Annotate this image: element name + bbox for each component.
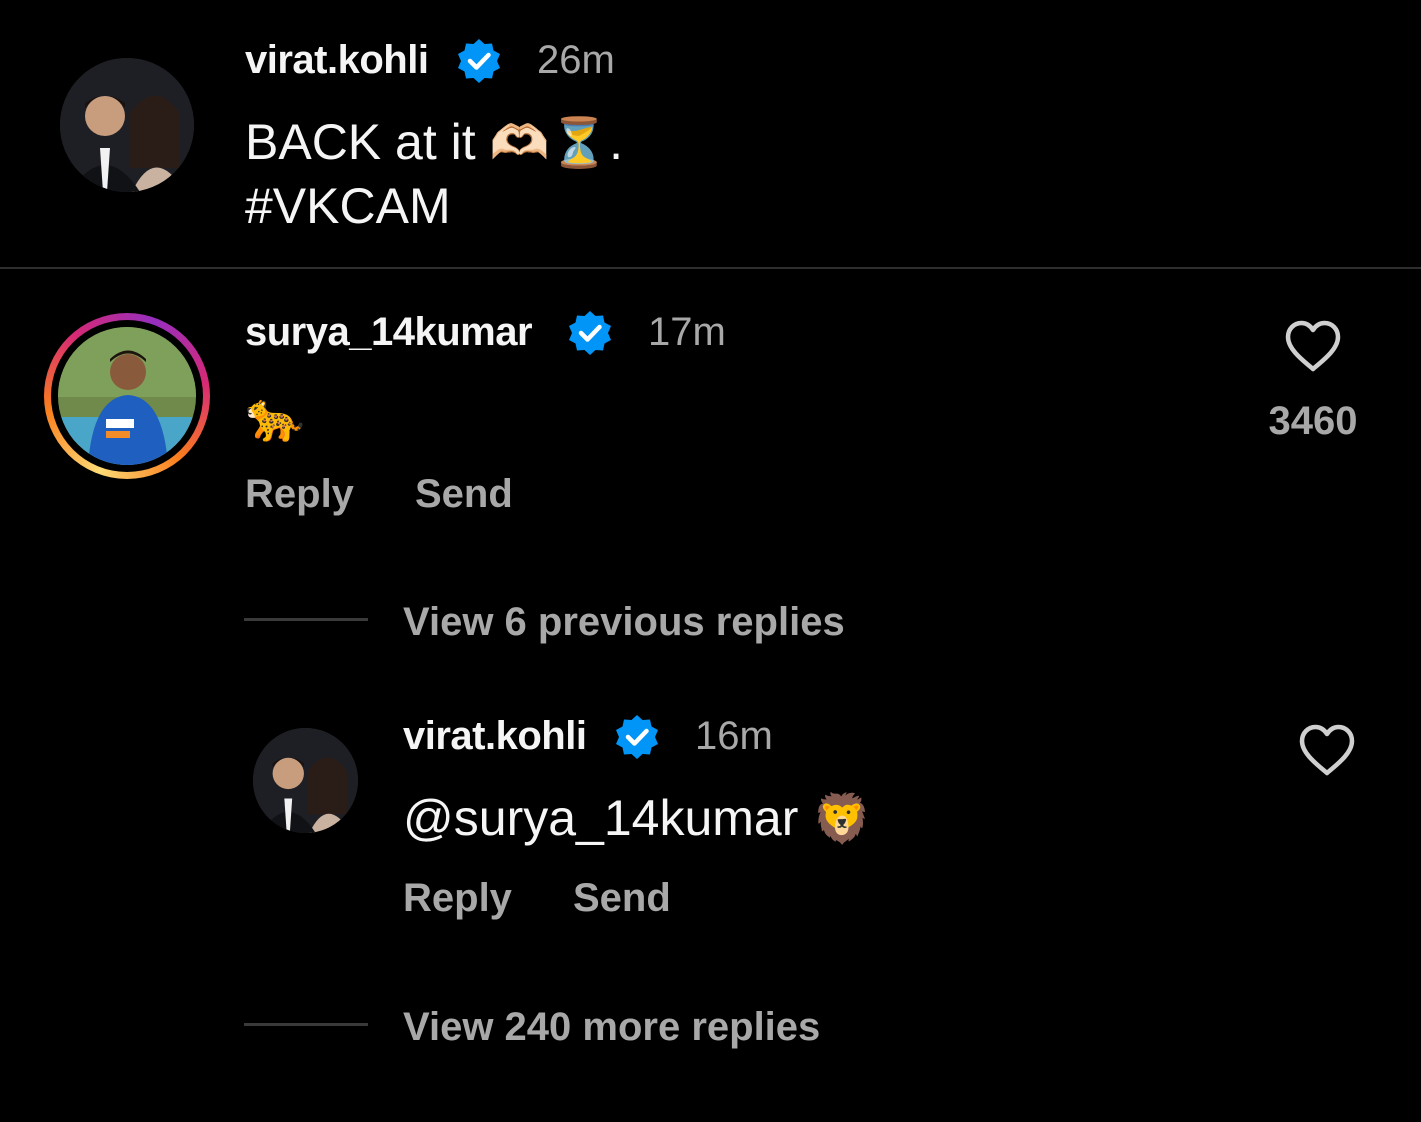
avatar-photo bbox=[60, 58, 194, 192]
view-more-replies-button[interactable]: View 240 more replies bbox=[403, 1005, 820, 1050]
caption-dot: . bbox=[609, 114, 623, 170]
verified-badge-icon bbox=[458, 39, 500, 83]
comment-like-count: 3460 bbox=[1268, 399, 1358, 443]
more-replies-thread-line bbox=[244, 1023, 368, 1026]
comment-text-emoji: 🐆 bbox=[245, 389, 305, 445]
reply-author-username[interactable]: virat.kohli bbox=[403, 714, 587, 759]
avatar-photo bbox=[58, 327, 196, 465]
post-author-username[interactable]: virat.kohli bbox=[245, 38, 429, 83]
comment-reply-button[interactable]: Reply bbox=[245, 472, 354, 517]
post-hashtag[interactable]: #VKCAM bbox=[245, 174, 451, 238]
commenter-avatar-story-ring[interactable] bbox=[44, 313, 210, 479]
caption-divider bbox=[0, 267, 1421, 269]
verified-badge-icon bbox=[616, 715, 658, 759]
verified-badge-icon bbox=[569, 311, 611, 355]
commenter-avatar bbox=[58, 327, 196, 465]
view-previous-replies-button[interactable]: View 6 previous replies bbox=[403, 600, 845, 645]
replies-thread-line bbox=[244, 618, 368, 621]
reply-author-avatar[interactable] bbox=[253, 728, 358, 833]
reply-text: @surya_14kumar 🦁 bbox=[403, 786, 872, 851]
caption-emoji: 🫶🏻⏳ bbox=[489, 115, 610, 171]
reply-timestamp: 16m bbox=[695, 714, 773, 758]
caption-text: BACK at it bbox=[245, 114, 476, 170]
comment-send-button[interactable]: Send bbox=[415, 472, 513, 517]
reply-send-button[interactable]: Send bbox=[573, 876, 671, 921]
reply-emoji: 🦁 bbox=[812, 791, 873, 847]
post-caption: BACK at it 🫶🏻⏳. bbox=[245, 110, 623, 175]
avatar-photo bbox=[253, 728, 358, 833]
reply-reply-button[interactable]: Reply bbox=[403, 876, 512, 921]
reply-mention[interactable]: @surya_14kumar bbox=[403, 790, 798, 846]
post-author-avatar[interactable] bbox=[60, 58, 194, 192]
commenter-username[interactable]: surya_14kumar bbox=[245, 310, 533, 355]
heart-outline-icon[interactable] bbox=[1297, 722, 1357, 778]
comment-timestamp: 17m bbox=[648, 310, 726, 354]
heart-outline-icon[interactable] bbox=[1283, 318, 1343, 374]
post-timestamp: 26m bbox=[537, 38, 615, 82]
